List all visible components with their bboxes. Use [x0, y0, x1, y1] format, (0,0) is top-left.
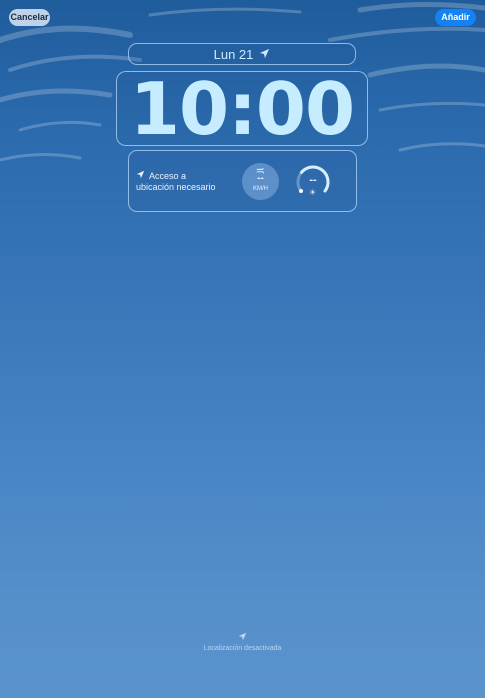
- location-message-line2: ubicación necesario: [136, 182, 216, 192]
- wind-value: --: [257, 173, 264, 184]
- wind-unit: KM/H: [253, 186, 268, 192]
- date-label: Lun 21: [213, 46, 254, 62]
- uv-gauge-widget[interactable]: -- ☀: [293, 161, 333, 201]
- date-widget[interactable]: Lun 21: [128, 43, 356, 65]
- location-message-line1: Acceso a: [149, 170, 187, 181]
- location-status: Localización desactivada: [0, 632, 485, 654]
- wind-widget[interactable]: -- KM/H: [242, 163, 279, 200]
- location-arrow-icon: [136, 170, 145, 182]
- location-arrow-icon: [0, 632, 485, 643]
- add-button[interactable]: Añadir: [435, 9, 476, 26]
- uv-value: --: [309, 174, 317, 186]
- clock-time: 10:00: [129, 66, 355, 151]
- cancel-button[interactable]: Cancelar: [9, 9, 50, 26]
- location-arrow-icon: [259, 47, 270, 62]
- clock-widget[interactable]: 10:00: [116, 71, 368, 146]
- location-widget[interactable]: Acceso a ubicación necesario: [136, 170, 236, 193]
- sun-icon: ☀: [309, 188, 317, 197]
- widgets-row[interactable]: Acceso a ubicación necesario -- KM/H -- …: [128, 150, 357, 212]
- location-status-text: Localización desactivada: [203, 645, 282, 652]
